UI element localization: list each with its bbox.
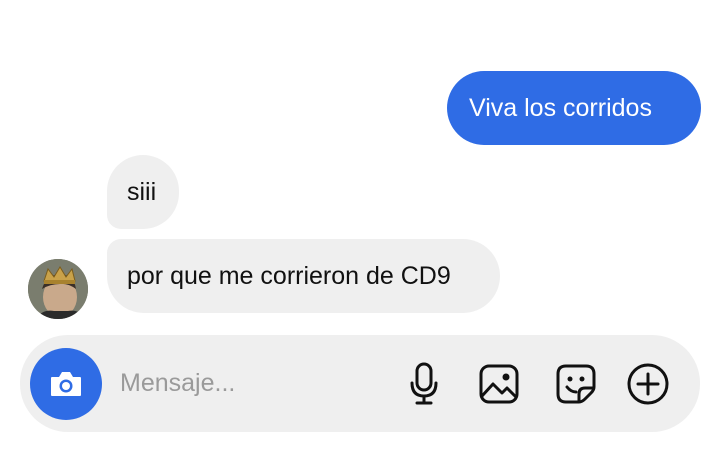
message-text: siii	[127, 178, 157, 206]
avatar-image	[28, 259, 88, 319]
message-input[interactable]	[120, 365, 360, 401]
gallery-icon	[479, 364, 519, 404]
chat-screen: Viva los corridos siii por que me corrie…	[0, 0, 719, 459]
sticker-icon	[556, 364, 596, 404]
camera-button[interactable]	[30, 348, 102, 420]
message-text: Viva los corridos	[469, 94, 652, 122]
sticker-button[interactable]	[552, 360, 600, 408]
message-incoming[interactable]: siii	[107, 155, 179, 229]
add-button[interactable]	[624, 360, 672, 408]
microphone-button[interactable]	[400, 360, 448, 408]
plus-circle-icon	[627, 363, 669, 405]
message-outgoing[interactable]: Viva los corridos	[447, 71, 701, 145]
microphone-icon	[410, 362, 438, 405]
message-composer	[20, 335, 700, 432]
sender-avatar[interactable]	[28, 259, 88, 319]
message-incoming[interactable]: por que me corrieron de CD9	[107, 239, 500, 313]
message-text: por que me corrieron de CD9	[127, 262, 451, 290]
camera-icon	[51, 372, 81, 396]
gallery-button[interactable]	[475, 360, 523, 408]
